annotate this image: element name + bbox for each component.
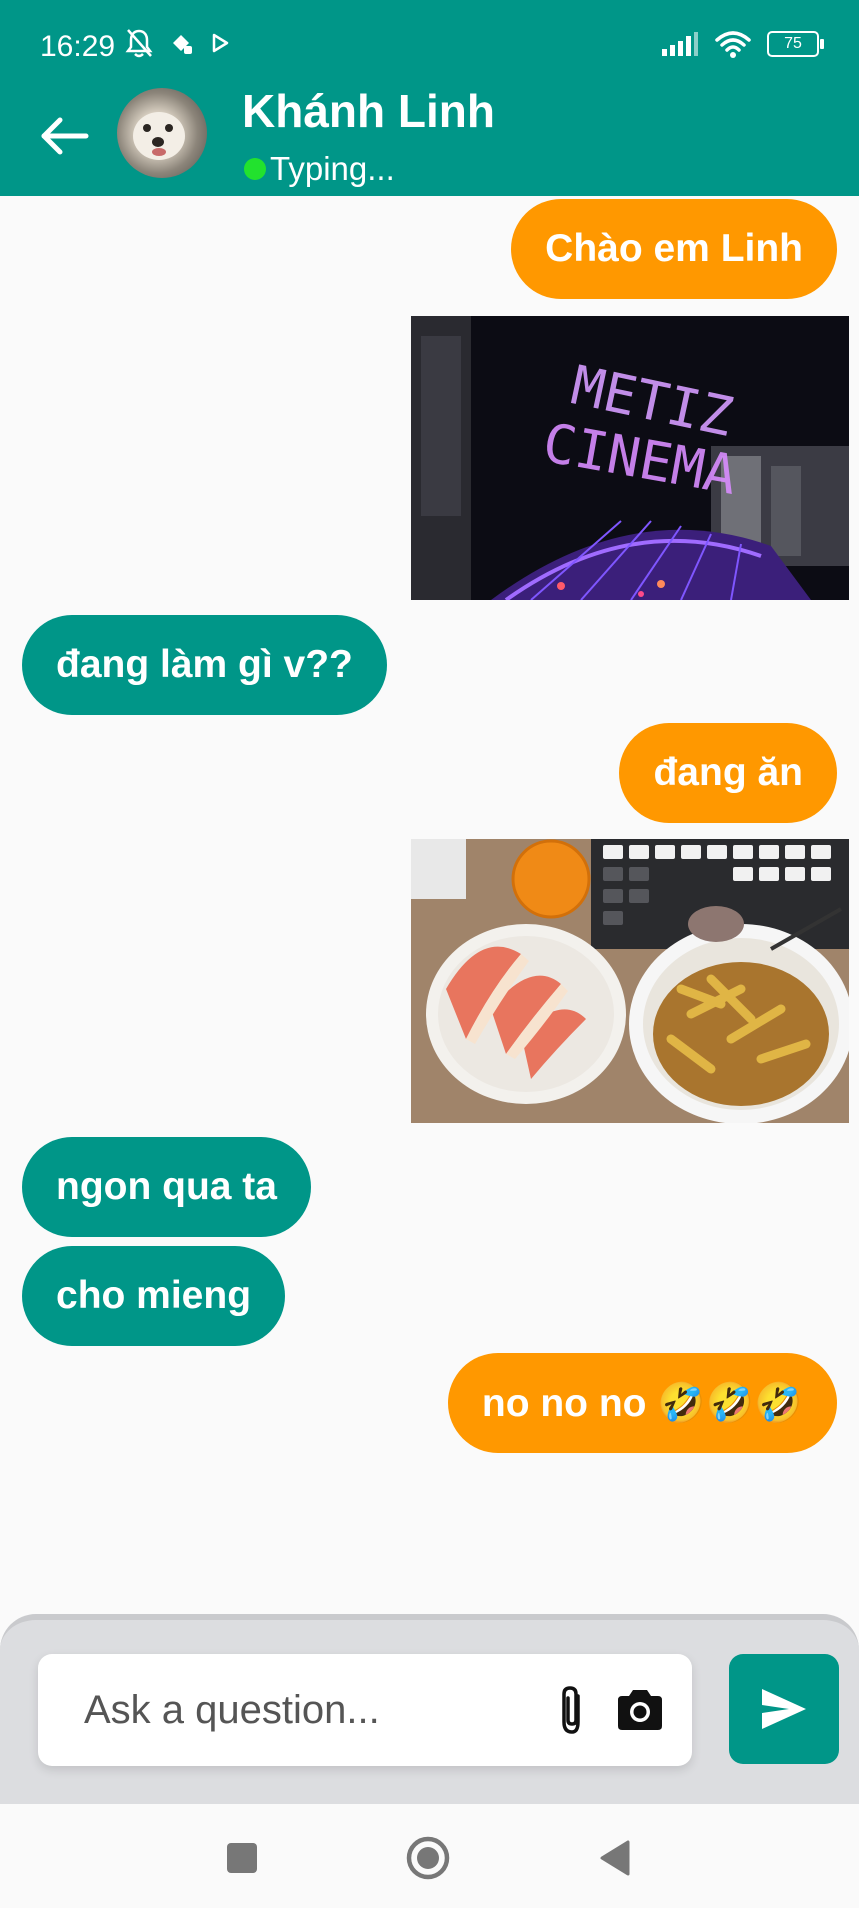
status-time: 16:29	[40, 30, 116, 63]
arrow-left-icon[interactable]	[38, 110, 90, 162]
message-outgoing[interactable]: Chào em Linh	[511, 199, 837, 299]
message-image-cinema[interactable]: METIZ CINEMA	[411, 316, 849, 600]
paperclip-icon[interactable]	[550, 1684, 594, 1738]
wifi-icon	[715, 31, 751, 58]
message-incoming[interactable]: ngon qua ta	[22, 1137, 311, 1237]
message-incoming[interactable]: cho mieng	[22, 1246, 286, 1346]
contact-name: Khánh Linh	[242, 85, 495, 137]
play-icon	[212, 33, 229, 53]
avatar[interactable]	[117, 88, 207, 178]
message-incoming[interactable]: đang làm gì v??	[22, 615, 387, 715]
system-nav-bar	[0, 1804, 859, 1908]
message-image-food[interactable]	[411, 839, 849, 1123]
food-photo	[411, 839, 849, 1123]
camera-icon[interactable]	[614, 1686, 666, 1734]
message-input[interactable]	[82, 1676, 526, 1744]
metiz-cinema-photo: METIZ CINEMA	[411, 316, 849, 600]
dog-avatar-image	[133, 112, 185, 160]
contact-status: Typing...	[244, 150, 395, 188]
square-icon[interactable]	[218, 1834, 266, 1882]
online-indicator	[244, 158, 266, 180]
send-icon	[762, 1689, 806, 1729]
signal-icon	[662, 32, 698, 56]
status-icons-left	[125, 28, 231, 58]
message-outgoing[interactable]: no no no 🤣🤣🤣	[447, 1353, 837, 1453]
triangle-back-icon[interactable]	[592, 1834, 640, 1882]
battery-indicator: 75	[767, 31, 824, 57]
tool-icon	[173, 35, 192, 54]
send-button[interactable]	[729, 1654, 839, 1764]
message-composer	[38, 1654, 692, 1766]
status-icons-right: 75	[661, 30, 824, 58]
typing-label: Typing...	[270, 150, 395, 187]
message-outgoing[interactable]: đang ăn	[619, 723, 837, 823]
circle-icon[interactable]	[404, 1834, 452, 1882]
bell-off-icon	[125, 29, 153, 58]
chat-header: 16:29 75 Khánh Linh Typing...	[0, 0, 859, 196]
